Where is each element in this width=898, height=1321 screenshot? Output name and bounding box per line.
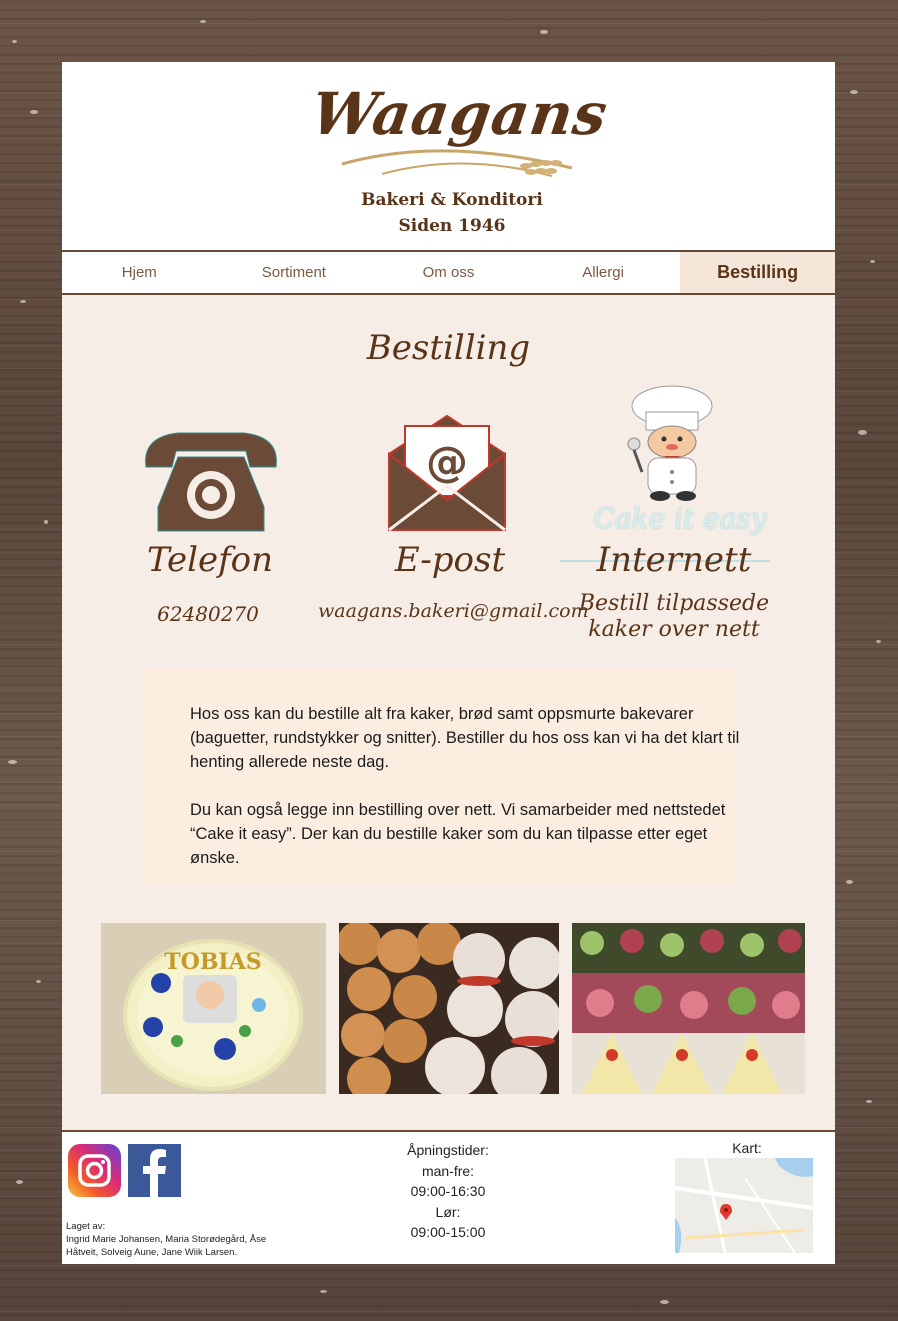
sandwich-photo [572, 923, 805, 1094]
logo-subtitle: Bakeri & Konditori [361, 190, 543, 210]
buns-photo [339, 923, 559, 1094]
cake-text: TOBIAS [164, 949, 261, 975]
weekday-hours: 09:00-16:30 [410, 1183, 486, 1199]
logo[interactable]: Waagans Bakeri & Konditori Siden 1946 [307, 80, 612, 250]
saturday-label: Lør: [435, 1203, 461, 1220]
map-label: Kart: [732, 1140, 762, 1156]
telefon-label: Telefon [146, 540, 274, 580]
nav-item-sortiment[interactable]: Sortiment [217, 252, 372, 293]
order-online-line2[interactable]: kaker over nett [544, 618, 804, 642]
opening-hours: Åpningstider: man-fre: 09:00-16:30 Lør: … [378, 1140, 518, 1243]
made-by: Laget av: Ingrid Marie Johansen, Maria S… [66, 1220, 286, 1259]
weekday-label: man-fre: [421, 1162, 475, 1179]
cake-photo: TOBIAS [101, 923, 326, 1094]
envelope-icon[interactable]: @ [387, 414, 507, 532]
nav-item-bestilling[interactable]: Bestilling [680, 252, 835, 293]
hours-title: Åpningstider: [407, 1142, 489, 1158]
logo-since: Siden 1946 [398, 216, 506, 236]
map[interactable] [675, 1158, 813, 1253]
cake-it-easy-brand[interactable]: Cake it easy [590, 502, 770, 535]
page-container: Waagans Bakeri & Konditori Siden 1946 Hj… [62, 62, 835, 1264]
svg-text:@: @ [426, 437, 468, 486]
nav-item-allergi[interactable]: Allergi [526, 252, 681, 293]
phone-number[interactable]: 62480270 [78, 602, 338, 626]
order-online-line1[interactable]: Bestill tilpassede [544, 592, 804, 616]
chef-icon[interactable] [624, 384, 720, 502]
info-paragraph-2: Du kan også legge inn bestilling over ne… [190, 801, 726, 867]
internett-label: Internett [596, 540, 752, 580]
wheat-swoosh-icon [341, 149, 573, 177]
made-by-names: Ingrid Marie Johansen, Maria Storødegård… [66, 1234, 267, 1258]
main-nav: Hjem Sortiment Om oss Allergi Bestilling [62, 250, 835, 295]
header: Waagans Bakeri & Konditori Siden 1946 [62, 62, 835, 250]
telephone-icon[interactable] [138, 427, 284, 533]
facebook-icon[interactable] [128, 1144, 181, 1197]
instagram-icon[interactable] [68, 1144, 121, 1197]
made-by-label: Laget av: [66, 1221, 106, 1232]
info-box: Hos oss kan du bestille alt fra kaker, b… [144, 668, 739, 886]
page-title: Bestilling [366, 328, 531, 368]
email-address[interactable]: waagans.bakeri@gmail.com [318, 600, 589, 622]
nav-item-om-oss[interactable]: Om oss [371, 252, 526, 293]
nav-item-hjem[interactable]: Hjem [62, 252, 217, 293]
footer: Laget av: Ingrid Marie Johansen, Maria S… [62, 1130, 835, 1264]
saturday-hours: 09:00-15:00 [410, 1224, 486, 1240]
e-post-label: E-post [394, 540, 506, 580]
info-paragraph-1: Hos oss kan du bestille alt fra kaker, b… [190, 705, 740, 771]
